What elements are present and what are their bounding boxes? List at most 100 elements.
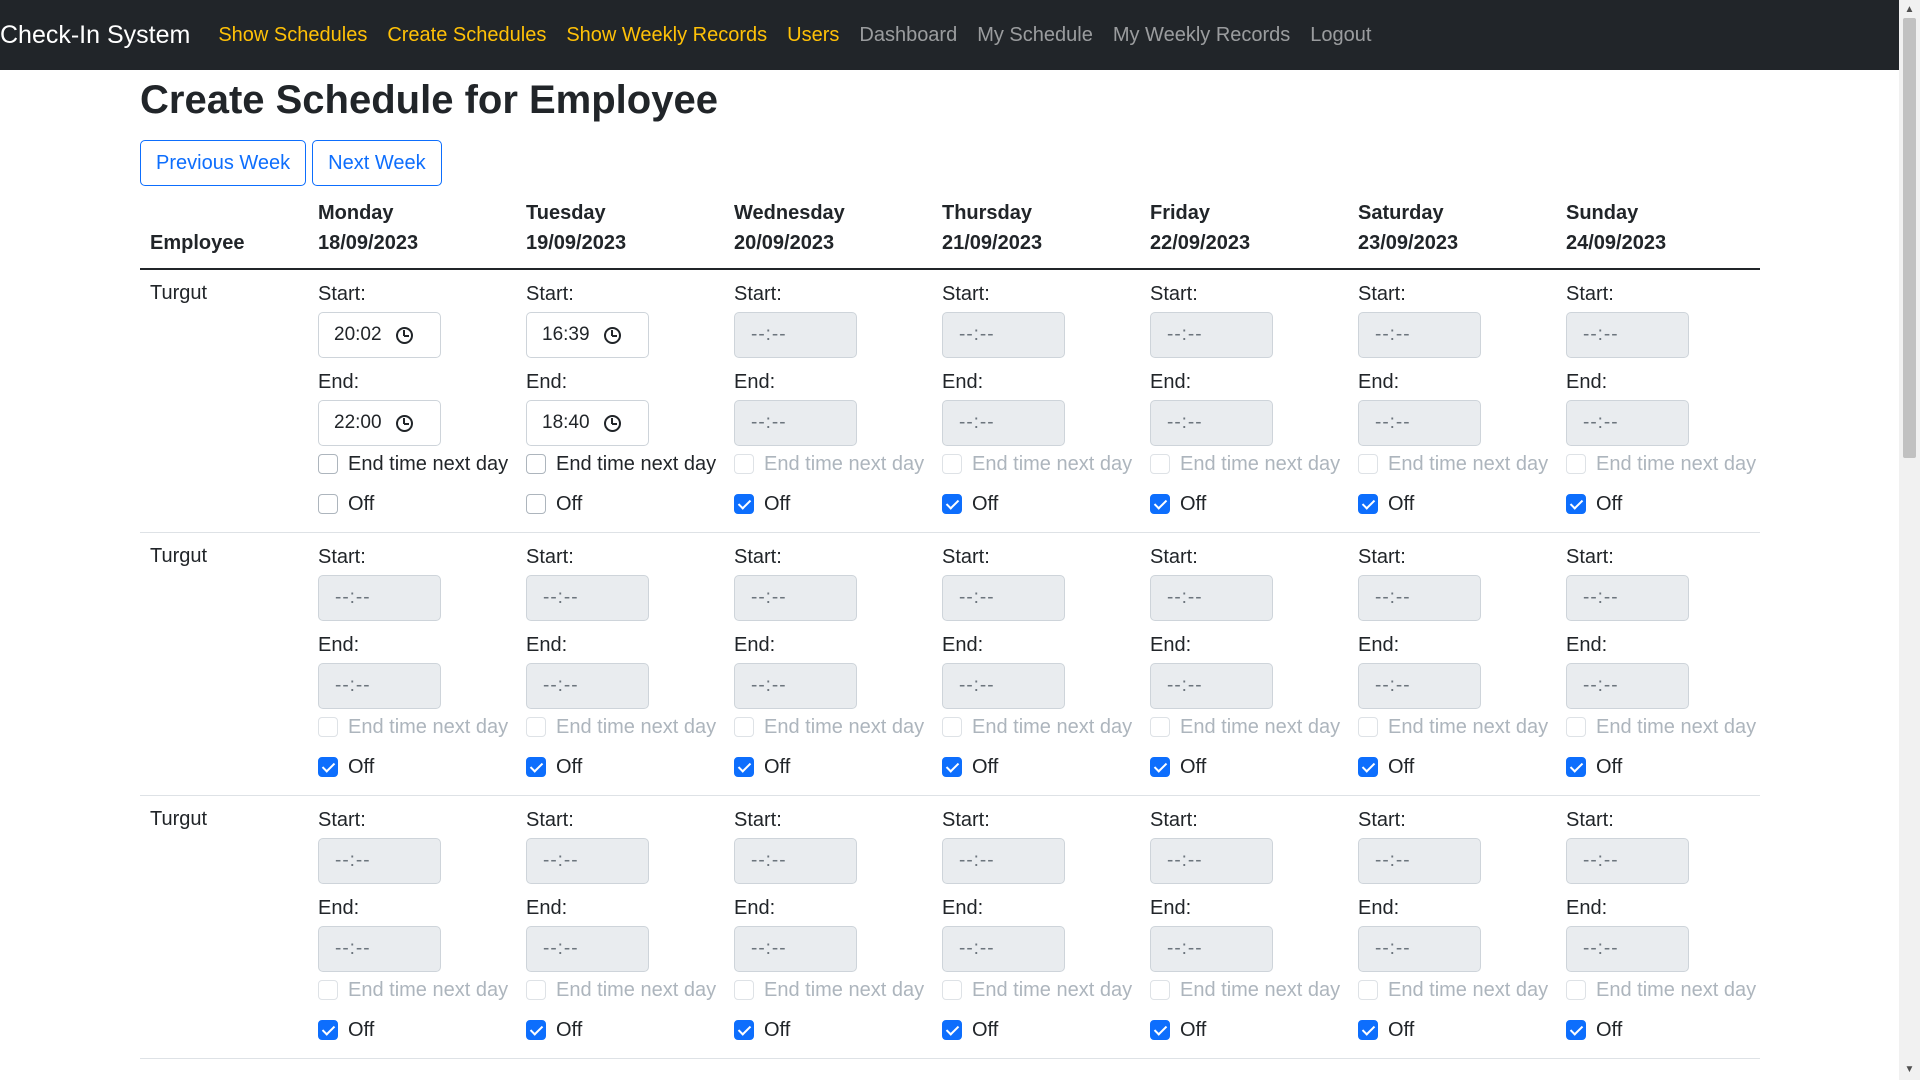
off-checkbox[interactable]: Off [1358,488,1546,520]
start-time-input-value: --:-- [335,587,371,608]
end-time-input: --:-- [942,663,1065,709]
off-checkbox[interactable]: Off [1566,488,1750,520]
start-time-input[interactable]: 20:02 [318,312,441,358]
end-time-next-day-label: End time next day [972,452,1133,475]
checkbox-box[interactable] [318,494,338,514]
scroll-down-arrow-icon[interactable]: ▼ [1899,1062,1920,1078]
start-time-input-value: --:-- [959,850,995,871]
end-time-next-day-label: End time next day [1596,715,1757,738]
scroll-up-arrow-icon[interactable]: ▲ [1899,2,1920,18]
checkbox-box[interactable] [1358,1020,1378,1040]
checkbox-box[interactable] [942,494,962,514]
day-date: 23/09/2023 [1358,232,1459,254]
off-checkbox[interactable]: Off [1150,1014,1338,1046]
off-checkbox[interactable]: Off [734,488,922,520]
schedule-cell: Start: --:-- End: --:-- End time next day Off [932,532,1140,796]
off-checkbox[interactable]: Off [1150,488,1338,520]
end-time-next-day-checkbox[interactable]: End time next day [526,448,716,480]
start-label: Start: [318,546,366,568]
clock-icon[interactable] [603,326,621,344]
off-checkbox[interactable]: Off [942,488,1130,520]
checkbox-box[interactable] [318,1020,338,1040]
start-time-input: --:-- [734,312,857,358]
start-time-input-value: --:-- [751,850,787,871]
end-time-input-value: --:-- [1167,675,1203,696]
start-label: Start: [526,809,574,831]
off-checkbox[interactable]: Off [1566,1014,1750,1046]
checkbox-box[interactable] [1566,757,1586,777]
checkbox-box[interactable] [734,757,754,777]
end-time-input: --:-- [1566,663,1689,709]
checkbox-box[interactable] [1150,757,1170,777]
scroll-thumb[interactable] [1903,18,1916,458]
checkbox-box[interactable] [526,454,546,474]
nav-dashboard[interactable]: Dashboard [849,24,967,47]
nav-my-schedule[interactable]: My Schedule [967,24,1103,47]
previous-week-button[interactable]: Previous Week [140,140,307,186]
checkbox-box[interactable] [526,757,546,777]
off-checkbox[interactable]: Off [1358,751,1546,783]
end-time-input-value: --:-- [1583,938,1619,959]
checkbox-box[interactable] [734,494,754,514]
off-checkbox[interactable]: Off [1150,751,1338,783]
nav-users[interactable]: Users [777,24,849,47]
off-checkbox[interactable]: Off [318,751,506,783]
off-label: Off [1180,755,1207,778]
end-time-input-value: 22:00 [334,412,382,433]
next-week-button[interactable]: Next Week [312,140,442,186]
top-navbar: Check-In System Show Schedules Create Sc… [0,0,1899,70]
clock-icon[interactable] [603,414,621,432]
checkbox-box [318,980,338,1000]
checkbox-box[interactable] [318,454,338,474]
nav-show-weekly-records[interactable]: Show Weekly Records [556,24,777,47]
checkbox-box[interactable] [526,1020,546,1040]
start-label: Start: [942,809,990,831]
off-label: Off [1388,1018,1415,1041]
clock-icon[interactable] [395,326,413,344]
off-checkbox[interactable]: Off [734,1014,922,1046]
off-checkbox[interactable]: Off [318,1014,506,1046]
checkbox-box[interactable] [1566,494,1586,514]
checkbox-box[interactable] [1358,494,1378,514]
end-time-next-day-checkbox: End time next day [734,974,924,1006]
schedule-cell: Start: --:-- End: --:-- End time next day Off [1556,269,1760,533]
off-checkbox[interactable]: Off [526,1014,714,1046]
off-checkbox[interactable]: Off [1358,1014,1546,1046]
end-time-input[interactable]: 22:00 [318,400,441,446]
start-time-input[interactable]: 16:39 [526,312,649,358]
checkbox-box[interactable] [942,757,962,777]
off-checkbox[interactable]: Off [942,751,1130,783]
nav-my-weekly-records[interactable]: My Weekly Records [1103,24,1300,47]
off-checkbox[interactable]: Off [1566,751,1750,783]
off-checkbox[interactable]: Off [734,751,922,783]
end-label: End: [942,634,984,656]
checkbox-box[interactable] [1358,757,1378,777]
off-checkbox[interactable]: Off [526,488,714,520]
end-time-input: --:-- [1566,400,1689,446]
vertical-scrollbar[interactable]: ▲ ▼ [1899,0,1920,1080]
checkbox-box[interactable] [1150,494,1170,514]
nav-show-schedules[interactable]: Show Schedules [208,24,377,47]
start-time-input-value: 20:02 [334,324,382,345]
off-checkbox[interactable]: Off [942,1014,1130,1046]
brand-title[interactable]: Check-In System [0,21,190,50]
off-checkbox[interactable]: Off [318,488,506,520]
checkbox-box[interactable] [734,1020,754,1040]
checkbox-box[interactable] [1566,1020,1586,1040]
checkbox-box[interactable] [942,1020,962,1040]
schedule-cell: Start: --:-- End: --:-- End time next day Off [308,795,516,1059]
off-checkbox[interactable]: Off [526,751,714,783]
end-time-next-day-label: End time next day [1388,978,1549,1001]
nav-logout[interactable]: Logout [1300,24,1381,47]
end-time-input[interactable]: 18:40 [526,400,649,446]
nav-create-schedules[interactable]: Create Schedules [377,24,556,47]
end-time-input-value: --:-- [751,412,787,433]
checkbox-box[interactable] [318,757,338,777]
checkbox-box[interactable] [526,494,546,514]
checkbox-box[interactable] [1150,1020,1170,1040]
checkbox-box [1150,717,1170,737]
start-label: Start: [942,546,990,568]
start-time-input: --:-- [942,838,1065,884]
end-time-next-day-checkbox[interactable]: End time next day [318,448,508,480]
clock-icon[interactable] [395,414,413,432]
